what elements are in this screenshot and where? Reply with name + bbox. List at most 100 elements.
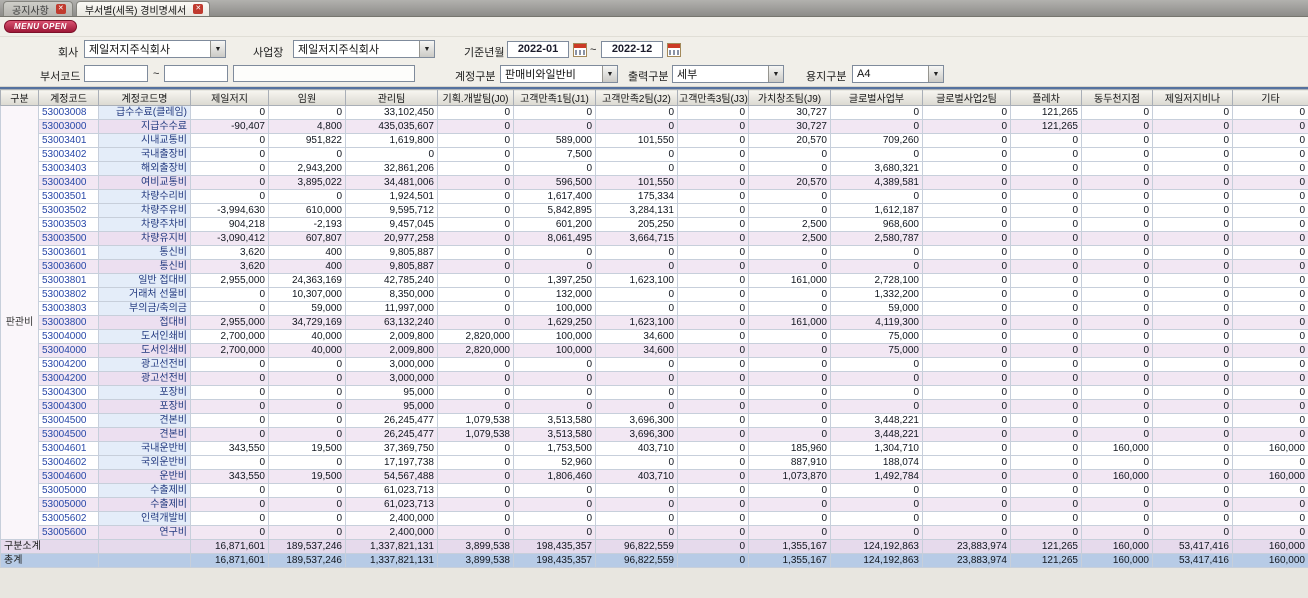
amount-cell[interactable]: 0 [437,357,514,372]
amount-cell[interactable]: 3,000,000 [345,371,438,386]
amount-cell[interactable]: 0 [190,161,269,176]
amount-cell[interactable]: -3,994,630 [190,203,269,218]
amount-cell[interactable]: 601,200 [513,217,596,232]
amount-cell[interactable]: 3,448,221 [830,413,923,428]
amount-cell[interactable]: 0 [1152,147,1233,162]
amount-cell[interactable]: 0 [190,105,269,120]
amount-cell[interactable]: 0 [1232,343,1308,358]
amount-cell[interactable]: 0 [1152,469,1233,484]
amount-cell[interactable]: 0 [922,231,1011,246]
amount-cell[interactable]: 0 [513,371,596,386]
amount-cell[interactable]: 0 [1232,161,1308,176]
amount-cell[interactable]: 0 [677,371,749,386]
account-name-cell[interactable]: 인력개발비 [98,511,191,526]
amount-cell[interactable]: 0 [513,525,596,540]
account-code-cell[interactable]: 53005000 [38,497,99,512]
amount-cell[interactable]: 2,580,787 [830,231,923,246]
amount-cell[interactable]: 0 [677,161,749,176]
amount-cell[interactable]: 3,899,538 [437,553,514,568]
tab-expense-report[interactable]: 부서별(세목) 경비명세서 ✕ [75,1,211,17]
amount-cell[interactable]: 0 [1152,133,1233,148]
amount-cell[interactable]: 0 [922,147,1011,162]
amount-cell[interactable]: 0 [922,329,1011,344]
amount-cell[interactable]: 951,822 [268,133,346,148]
dept-code-to-input[interactable] [164,65,228,82]
amount-cell[interactable]: 0 [677,217,749,232]
amount-cell[interactable]: 0 [1152,525,1233,540]
amount-cell[interactable]: 0 [748,399,831,414]
amount-cell[interactable]: 3,448,221 [830,427,923,442]
amount-cell[interactable]: 2,728,100 [830,273,923,288]
amount-cell[interactable]: 0 [1081,147,1153,162]
account-row[interactable]: 53003500 차량유지비 -3,090,412 607,807 20,977,258… [0,231,1308,246]
amount-cell[interactable]: 3,899,538 [437,539,514,554]
amount-cell[interactable]: 54,567,488 [345,469,438,484]
tab-notice[interactable]: 공지사항 ✕ [3,1,73,17]
amount-cell[interactable]: 0 [1081,245,1153,260]
column-header[interactable]: 가치창조팀(J9) [748,89,831,106]
amount-cell[interactable]: 9,457,045 [345,217,438,232]
amount-cell[interactable]: 19,500 [268,441,346,456]
account-name-cell[interactable]: 운반비 [98,469,191,484]
amount-cell[interactable]: 0 [1010,357,1082,372]
amount-cell[interactable]: 1,337,821,131 [345,553,438,568]
amount-cell[interactable]: 0 [437,273,514,288]
amount-cell[interactable]: 0 [830,511,923,526]
amount-cell[interactable]: 0 [1081,483,1153,498]
account-code-cell[interactable]: 53004600 [38,469,99,484]
amount-cell[interactable]: 0 [922,455,1011,470]
amount-cell[interactable]: 0 [1081,385,1153,400]
amount-cell[interactable]: 0 [437,287,514,302]
amount-cell[interactable]: 0 [922,203,1011,218]
amount-cell[interactable]: 0 [268,413,346,428]
account-code-cell[interactable]: 53003400 [38,175,99,190]
account-name-cell[interactable]: 차량유지비 [98,231,191,246]
account-row[interactable]: 53004000 도서인쇄비 2,700,000 40,000 2,009,800 2,8… [0,343,1308,358]
amount-cell[interactable]: 198,435,357 [513,553,596,568]
amount-cell[interactable]: 2,943,200 [268,161,346,176]
amount-cell[interactable]: 0 [1010,483,1082,498]
amount-cell[interactable]: 0 [1010,287,1082,302]
amount-cell[interactable]: 100,000 [513,301,596,316]
amount-cell[interactable]: 0 [1232,287,1308,302]
amount-cell[interactable]: 121,265 [1010,553,1082,568]
amount-cell[interactable]: 0 [268,385,346,400]
amount-cell[interactable]: 0 [748,385,831,400]
amount-cell[interactable]: 0 [190,427,269,442]
amount-cell[interactable]: 1,753,500 [513,441,596,456]
amount-cell[interactable]: 2,500 [748,217,831,232]
amount-cell[interactable]: 0 [1081,399,1153,414]
chevron-down-icon[interactable]: ▼ [419,41,434,57]
account-row[interactable]: 53003801 일반 접대비 2,955,000 24,363,169 42,785,… [0,273,1308,288]
amount-cell[interactable]: 34,600 [595,329,678,344]
account-name-cell[interactable]: 국내출장비 [98,147,191,162]
amount-cell[interactable]: 0 [922,343,1011,358]
amount-cell[interactable]: 0 [922,217,1011,232]
account-row[interactable]: 53003803 부의금/축의금 0 59,000 11,997,000 0 100,000… [0,301,1308,316]
amount-cell[interactable]: 0 [437,385,514,400]
amount-cell[interactable]: 0 [268,189,346,204]
paper-type-select[interactable]: A4 ▼ [852,65,944,83]
amount-cell[interactable]: 0 [1010,469,1082,484]
amount-cell[interactable]: 0 [1152,511,1233,526]
amount-cell[interactable]: 0 [1081,315,1153,330]
amount-cell[interactable]: 0 [830,189,923,204]
account-row[interactable]: 53005000 수출제비 0 0 61,023,713 0 0 0 0 0 0 0 0 0 0 0 [0,483,1308,498]
account-row[interactable]: 53003601 통신비 3,620 400 9,805,887 0 0 0 0 0 0 0 0 0 0 0 [0,245,1308,260]
calendar-icon[interactable] [667,43,681,57]
amount-cell[interactable]: 160,000 [1081,441,1153,456]
amount-cell[interactable]: 2,700,000 [190,329,269,344]
amount-cell[interactable]: 0 [922,301,1011,316]
amount-cell[interactable]: 0 [677,525,749,540]
amount-cell[interactable]: 4,389,581 [830,175,923,190]
amount-cell[interactable]: 0 [1232,525,1308,540]
amount-cell[interactable]: 59,000 [268,301,346,316]
amount-cell[interactable]: 34,600 [595,343,678,358]
amount-cell[interactable]: 0 [1010,273,1082,288]
column-header[interactable]: 고객만족2팀(J2) [595,89,678,106]
account-code-cell[interactable]: 53003502 [38,203,99,218]
amount-cell[interactable]: 0 [1232,511,1308,526]
amount-cell[interactable]: 0 [595,259,678,274]
account-code-cell[interactable]: 53004300 [38,399,99,414]
amount-cell[interactable]: 61,023,713 [345,497,438,512]
